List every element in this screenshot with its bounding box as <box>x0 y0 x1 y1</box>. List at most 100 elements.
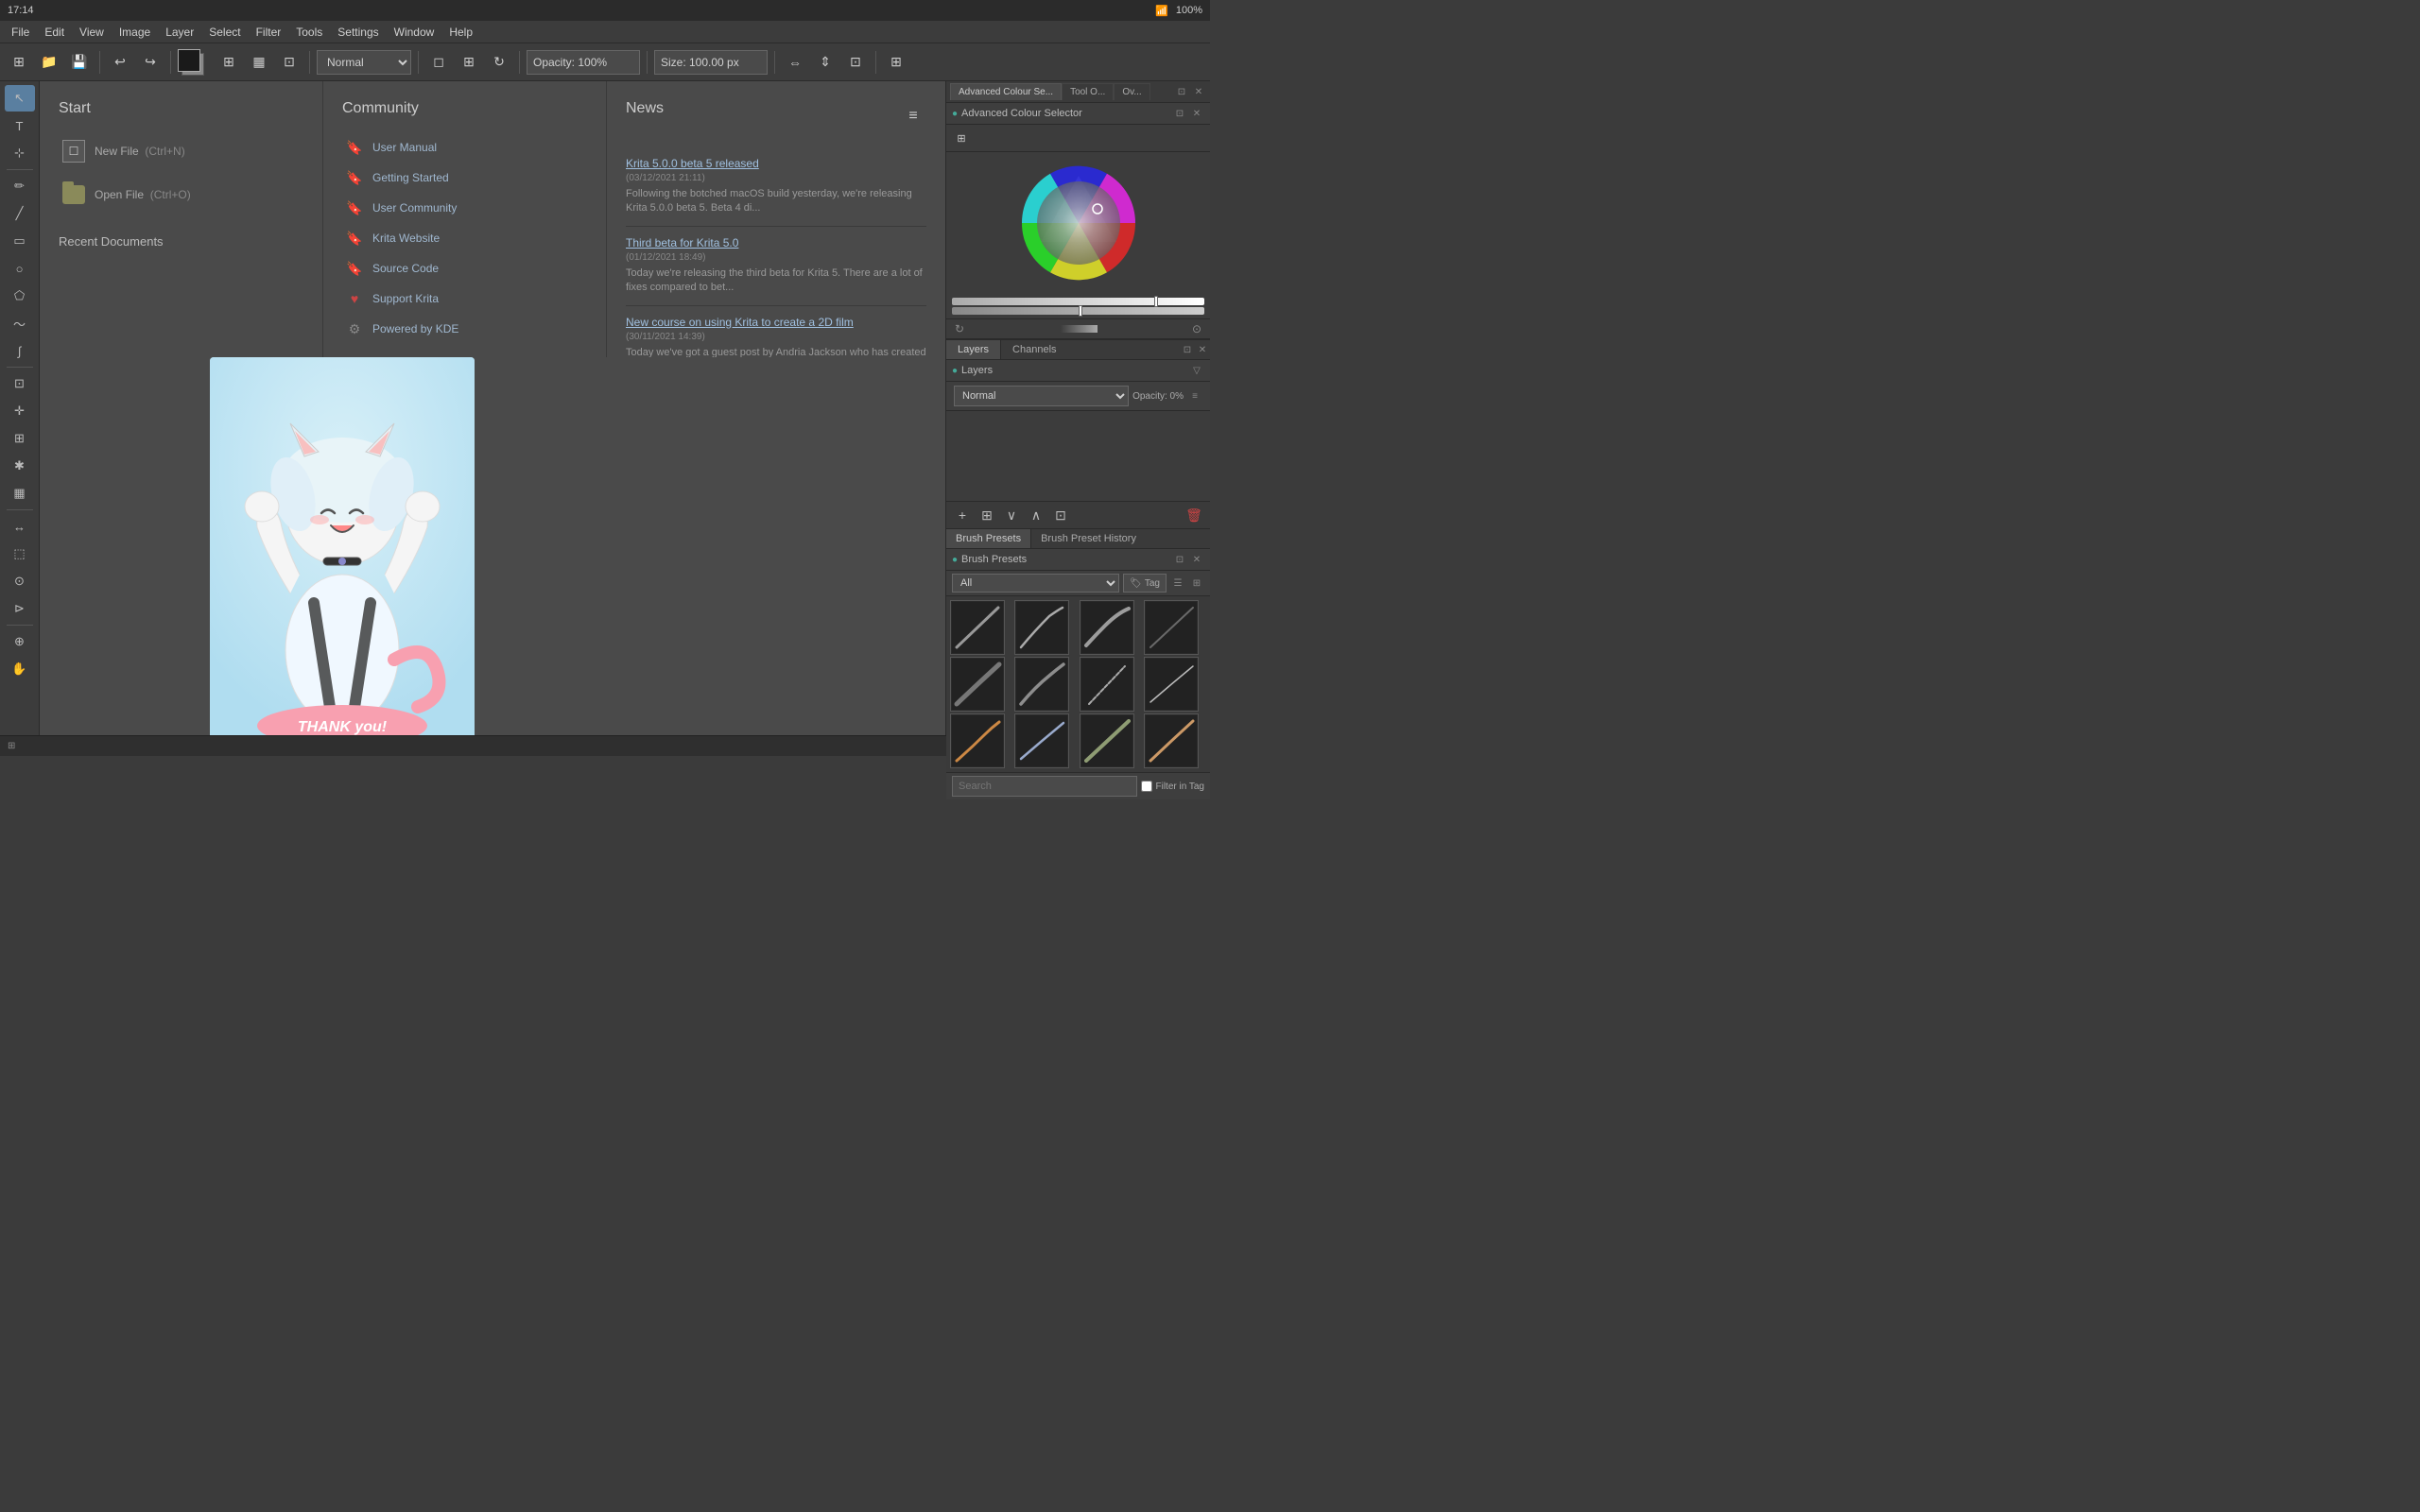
brush-preset-history-tab[interactable]: Brush Preset History <box>1031 529 1146 548</box>
canvas-layout-btn[interactable]: ⊞ <box>883 49 909 76</box>
menu-filter[interactable]: Filter <box>249 24 289 41</box>
undo-btn[interactable]: ↩ <box>107 49 133 76</box>
menu-view[interactable]: View <box>72 24 112 41</box>
menu-window[interactable]: Window <box>387 24 442 41</box>
link-getting-started[interactable]: 🔖 Getting Started <box>342 163 587 193</box>
tool-polygon[interactable]: ⬠ <box>5 283 35 309</box>
channels-tab[interactable]: Channels <box>1001 340 1067 359</box>
news-item-3[interactable]: New course on using Krita to create a 2D… <box>626 306 926 357</box>
layers-panel-filter-btn[interactable]: ▽ <box>1189 363 1204 378</box>
tool-measure[interactable]: ↔ <box>5 513 35 540</box>
tool-fill[interactable]: ⊡ <box>5 370 35 397</box>
delete-layer-btn[interactable]: 🗑 <box>1184 505 1204 525</box>
tool-line[interactable]: ╱ <box>5 200 35 227</box>
brush-tag-btn[interactable]: 🏷 Tag <box>1123 574 1167 593</box>
tool-select[interactable]: ↖ <box>5 85 35 112</box>
overview-tab[interactable]: Ov... <box>1114 83 1150 100</box>
opacity-control[interactable]: Opacity: 100% <box>527 50 640 75</box>
tool-eyedropper[interactable]: ✱ <box>5 453 35 479</box>
tool-text[interactable]: T <box>5 112 35 139</box>
tool-transform[interactable]: ⊹ <box>5 140 35 166</box>
tool-bezier[interactable]: ∫ <box>5 337 35 364</box>
link-krita-website[interactable]: 🔖 Krita Website <box>342 223 587 253</box>
mirror-v-btn[interactable]: ⇕ <box>812 49 838 76</box>
colour-slider-1[interactable] <box>952 298 1204 305</box>
news-scroll[interactable]: Krita 5.0.0 beta 5 released (03/12/2021 … <box>626 147 926 357</box>
menu-tools[interactable]: Tools <box>288 24 330 41</box>
brush-preset-12[interactable] <box>1144 713 1199 768</box>
link-powered-by-kde[interactable]: ⚙ Powered by KDE <box>342 314 587 344</box>
link-user-manual[interactable]: 🔖 User Manual <box>342 132 587 163</box>
refresh-btn[interactable]: ↻ <box>486 49 512 76</box>
new-file-btn[interactable]: ☐ New File (Ctrl+N) <box>59 132 303 170</box>
colour-wheel-wrapper[interactable] <box>1017 162 1140 284</box>
tool-sel-free[interactable]: ⊳ <box>5 595 35 622</box>
brush-list-view-btn[interactable]: ☰ <box>1170 576 1185 591</box>
tool-crop[interactable]: ⊞ <box>5 425 35 452</box>
layers-opacity-menu-btn[interactable]: ≡ <box>1187 388 1202 404</box>
tool-zoom[interactable]: ⊕ <box>5 628 35 655</box>
wrap-btn[interactable]: ⊡ <box>842 49 869 76</box>
eraser-btn[interactable]: ◻ <box>425 49 452 76</box>
panel-float-btn[interactable]: ⊡ <box>1174 84 1189 99</box>
color-settings-btn[interactable]: ⊞ <box>216 49 242 76</box>
menu-layer[interactable]: Layer <box>158 24 201 41</box>
duplicate-layer-btn[interactable]: ⊞ <box>977 505 997 525</box>
brush-preset-10[interactable] <box>1014 713 1069 768</box>
color-swatches[interactable] <box>178 49 212 76</box>
tool-options-tab[interactable]: Tool O... <box>1062 83 1114 100</box>
tool-pan[interactable]: ✋ <box>5 656 35 682</box>
new-window-btn[interactable]: ⊞ <box>6 49 32 76</box>
layers-float-btn[interactable]: ⊡ <box>1180 342 1195 357</box>
blend-mode-select[interactable]: Normal <box>317 50 411 75</box>
brush-search-input[interactable] <box>952 776 1137 797</box>
brush-settings-btn[interactable]: ⊡ <box>276 49 302 76</box>
colour-wheel-container[interactable] <box>946 152 1210 294</box>
news-options-btn[interactable]: ≡ <box>900 103 926 129</box>
layers-tab[interactable]: Layers <box>946 340 1001 359</box>
tool-sel-rect[interactable]: ⬚ <box>5 541 35 567</box>
move-layer-up-btn[interactable]: ∧ <box>1026 505 1046 525</box>
mirror-h-btn[interactable]: ⇔ <box>782 49 808 76</box>
link-user-community[interactable]: 🔖 User Community <box>342 193 587 223</box>
brush-preset-1[interactable] <box>950 600 1005 655</box>
brush-preset-9[interactable] <box>950 713 1005 768</box>
news-item-1[interactable]: Krita 5.0.0 beta 5 released (03/12/2021 … <box>626 147 926 227</box>
tool-paint[interactable]: ✏ <box>5 173 35 199</box>
brush-preset-2[interactable] <box>1014 600 1069 655</box>
colour-history-btn[interactable]: ⊞ <box>952 129 971 147</box>
redo-btn[interactable]: ↪ <box>137 49 164 76</box>
adv-colour-close-btn[interactable]: ✕ <box>1189 106 1204 121</box>
colour-wheel-svg[interactable] <box>1017 162 1140 284</box>
colour-slider-2[interactable] <box>952 307 1204 315</box>
tool-sel-ellipse[interactable]: ⊙ <box>5 568 35 594</box>
tool-gradient[interactable]: ▦ <box>5 480 35 507</box>
save-btn[interactable]: 💾 <box>66 49 93 76</box>
tool-rect[interactable]: ▭ <box>5 228 35 254</box>
brush-presets-tab[interactable]: Brush Presets <box>946 529 1031 548</box>
brush-preset-11[interactable] <box>1080 713 1134 768</box>
brush-filter-all-select[interactable]: All <box>952 574 1119 593</box>
layers-close-btn[interactable]: ✕ <box>1195 342 1210 357</box>
news-item-2[interactable]: Third beta for Krita 5.0 (01/12/2021 18:… <box>626 227 926 306</box>
adv-colour-tab[interactable]: Advanced Colour Se... <box>950 83 1062 100</box>
link-source-code[interactable]: 🔖 Source Code <box>342 253 587 284</box>
brush-preset-7[interactable] <box>1080 657 1134 712</box>
add-layer-btn[interactable]: + <box>952 505 973 525</box>
panel-close-btn[interactable]: ✕ <box>1191 84 1206 99</box>
foreground-color-swatch[interactable] <box>178 49 200 72</box>
tool-move[interactable]: ✛ <box>5 398 35 424</box>
brush-preset-5[interactable] <box>950 657 1005 712</box>
menu-select[interactable]: Select <box>201 24 248 41</box>
menu-file[interactable]: File <box>4 24 37 41</box>
pattern-btn[interactable]: ▦ <box>246 49 272 76</box>
brush-presets-float-btn[interactable]: ⊡ <box>1172 552 1187 567</box>
layers-blend-select[interactable]: Normal <box>954 386 1129 406</box>
alpha-lock-btn[interactable]: ⊞ <box>456 49 482 76</box>
brush-preset-3[interactable] <box>1080 600 1134 655</box>
size-control[interactable]: Size: 100.00 px <box>654 50 768 75</box>
link-support-krita[interactable]: ♥ Support Krita <box>342 284 587 314</box>
brush-preset-6[interactable] <box>1014 657 1069 712</box>
brush-presets-close-btn[interactable]: ✕ <box>1189 552 1204 567</box>
menu-edit[interactable]: Edit <box>37 24 72 41</box>
